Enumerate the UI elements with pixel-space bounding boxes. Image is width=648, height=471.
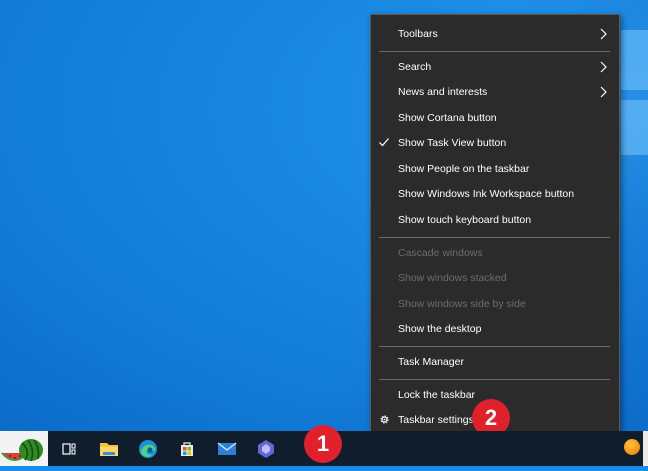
- start-button[interactable]: [0, 431, 48, 466]
- menu-separator: [379, 379, 610, 380]
- menu-item-show-windows-side-by-side: Show windows side by side: [371, 293, 619, 315]
- chevron-right-icon: [600, 61, 607, 73]
- menu-item-label: Show windows side by side: [398, 298, 526, 310]
- chevron-right-icon: [600, 86, 607, 98]
- edge-icon: [139, 439, 157, 458]
- menu-item-show-the-desktop[interactable]: Show the desktop: [371, 318, 619, 340]
- menu-item-label: Task Manager: [398, 356, 464, 368]
- gear-icon: [380, 415, 389, 424]
- file-explorer-button[interactable]: [90, 431, 128, 466]
- menu-item-label: Show windows stacked: [398, 272, 507, 284]
- menu-separator: [379, 237, 610, 238]
- task-view-button[interactable]: [50, 431, 88, 466]
- mail-icon: [217, 441, 237, 455]
- watermelon-icon: [1, 439, 43, 462]
- menu-item-news-and-interests[interactable]: News and interests: [371, 81, 619, 103]
- menu-item-show-task-view-button[interactable]: Show Task View button: [371, 132, 619, 154]
- menu-item-label: Show touch keyboard button: [398, 214, 532, 226]
- menu-item-toolbars[interactable]: Toolbars: [371, 23, 619, 45]
- menu-item-label: Show Cortana button: [398, 112, 497, 124]
- menu-item-show-people[interactable]: Show People on the taskbar: [371, 158, 619, 180]
- menu-item-label: Show the desktop: [398, 323, 482, 335]
- taskbar-context-menu: Toolbars Search News and interests Show …: [370, 14, 620, 438]
- menu-item-show-cortana-button[interactable]: Show Cortana button: [371, 107, 619, 129]
- menu-item-show-windows-stacked: Show windows stacked: [371, 267, 619, 289]
- menu-item-label: Taskbar settings: [398, 414, 474, 426]
- menu-item-label: Search: [398, 61, 432, 73]
- microsoft-store-button[interactable]: [168, 431, 206, 466]
- menu-item-task-manager[interactable]: Task Manager: [371, 351, 619, 373]
- annotation-badge-1: 1: [304, 425, 342, 463]
- menu-item-label: Show People on the taskbar: [398, 163, 530, 175]
- windows-logo-pane: [621, 30, 648, 90]
- windows-logo-pane: [621, 100, 648, 155]
- menu-item-cascade-windows: Cascade windows: [371, 242, 619, 264]
- menu-item-label: Cascade windows: [398, 247, 483, 259]
- menu-item-label: News and interests: [398, 86, 488, 98]
- menu-item-label: Toolbars: [398, 28, 438, 40]
- store-icon: [181, 441, 193, 456]
- menu-separator: [379, 346, 610, 347]
- menu-item-show-ink-workspace[interactable]: Show Windows Ink Workspace button: [371, 183, 619, 205]
- menu-item-show-touch-keyboard[interactable]: Show touch keyboard button: [371, 209, 619, 231]
- task-view-icon: [62, 442, 76, 455]
- copilot-button[interactable]: [247, 431, 285, 466]
- chevron-right-icon: [600, 28, 607, 40]
- menu-item-label: Show Task View button: [398, 137, 507, 149]
- menu-item-label: Lock the taskbar: [398, 389, 476, 401]
- tray-app-icon[interactable]: [624, 439, 640, 455]
- copilot-icon: [258, 439, 274, 458]
- file-explorer-icon: [100, 442, 118, 456]
- menu-separator: [379, 51, 610, 52]
- show-desktop-strip[interactable]: [643, 431, 648, 466]
- menu-item-search[interactable]: Search: [371, 56, 619, 78]
- menu-item-label: Show Windows Ink Workspace button: [398, 188, 575, 200]
- edge-button[interactable]: [129, 431, 167, 466]
- checkmark-icon: [379, 138, 389, 147]
- mail-button[interactable]: [208, 431, 246, 466]
